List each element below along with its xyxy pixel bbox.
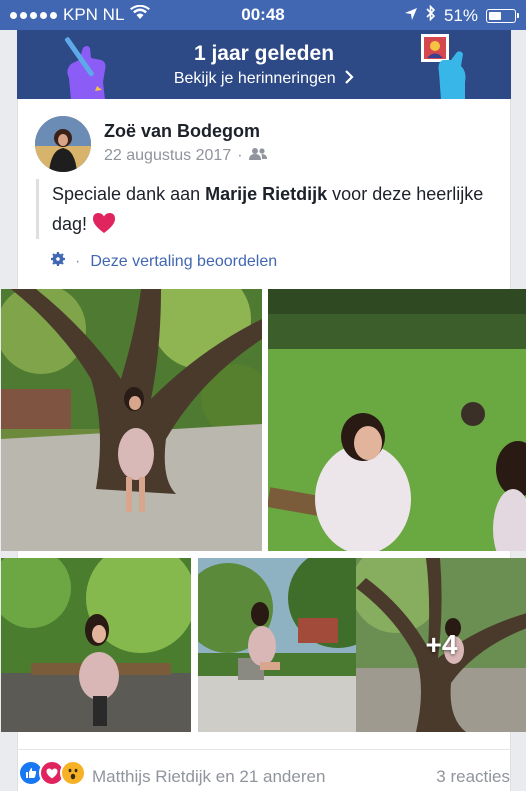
post-card: Zoë van Bodegom 22 augustus 2017 · Speci… <box>1 99 526 749</box>
chevron-right-icon <box>340 70 354 87</box>
bluetooth-icon <box>426 4 436 26</box>
friends-audience-icon[interactable] <box>248 147 267 165</box>
tagged-person[interactable]: Marije Rietdijk <box>205 184 327 204</box>
battery-percentage: 51% <box>443 5 478 25</box>
reactions-bar[interactable]: Matthijs Rietdijk en 21 anderen 3 reacti… <box>17 749 511 791</box>
photo-2[interactable] <box>268 289 526 551</box>
author-name[interactable]: Zoë van Bodegom <box>104 121 260 142</box>
translation-rating[interactable]: · Deze vertaling beoordelen <box>51 252 277 271</box>
post-date[interactable]: 22 augustus 2017 <box>104 147 231 165</box>
post-text-start: Speciale dank aan <box>52 184 206 204</box>
separator-dot: · <box>237 147 243 164</box>
photo-4[interactable] <box>198 558 367 732</box>
gear-icon <box>51 252 65 271</box>
battery-icon <box>486 8 519 23</box>
heart-emoji <box>92 213 116 234</box>
rate-translation-link[interactable]: Deze vertaling beoordelen <box>90 253 277 271</box>
avatar[interactable] <box>35 116 91 172</box>
separator-dot: · <box>75 252 81 270</box>
more-photos-count: +4 <box>425 629 458 660</box>
photo-3[interactable] <box>1 558 191 732</box>
reacted-by[interactable]: Matthijs Rietdijk en 21 anderen <box>92 767 325 787</box>
post-text: Speciale dank aan Marije Rietdijk voor d… <box>36 179 492 239</box>
comments-count[interactable]: 3 reacties <box>436 767 510 787</box>
photo-5[interactable]: +4 <box>356 558 526 732</box>
reaction-icons[interactable] <box>18 760 86 786</box>
memories-banner[interactable]: 1 jaar geleden Bekijk je herinneringen <box>17 30 511 100</box>
wow-icon <box>60 760 86 786</box>
post-meta: 22 augustus 2017 · <box>104 147 267 165</box>
location-icon <box>404 6 418 26</box>
photo-1[interactable] <box>1 289 262 551</box>
hand-holding-photo-icon <box>419 32 473 105</box>
status-bar: KPN NL 00:48 51% <box>0 0 526 30</box>
